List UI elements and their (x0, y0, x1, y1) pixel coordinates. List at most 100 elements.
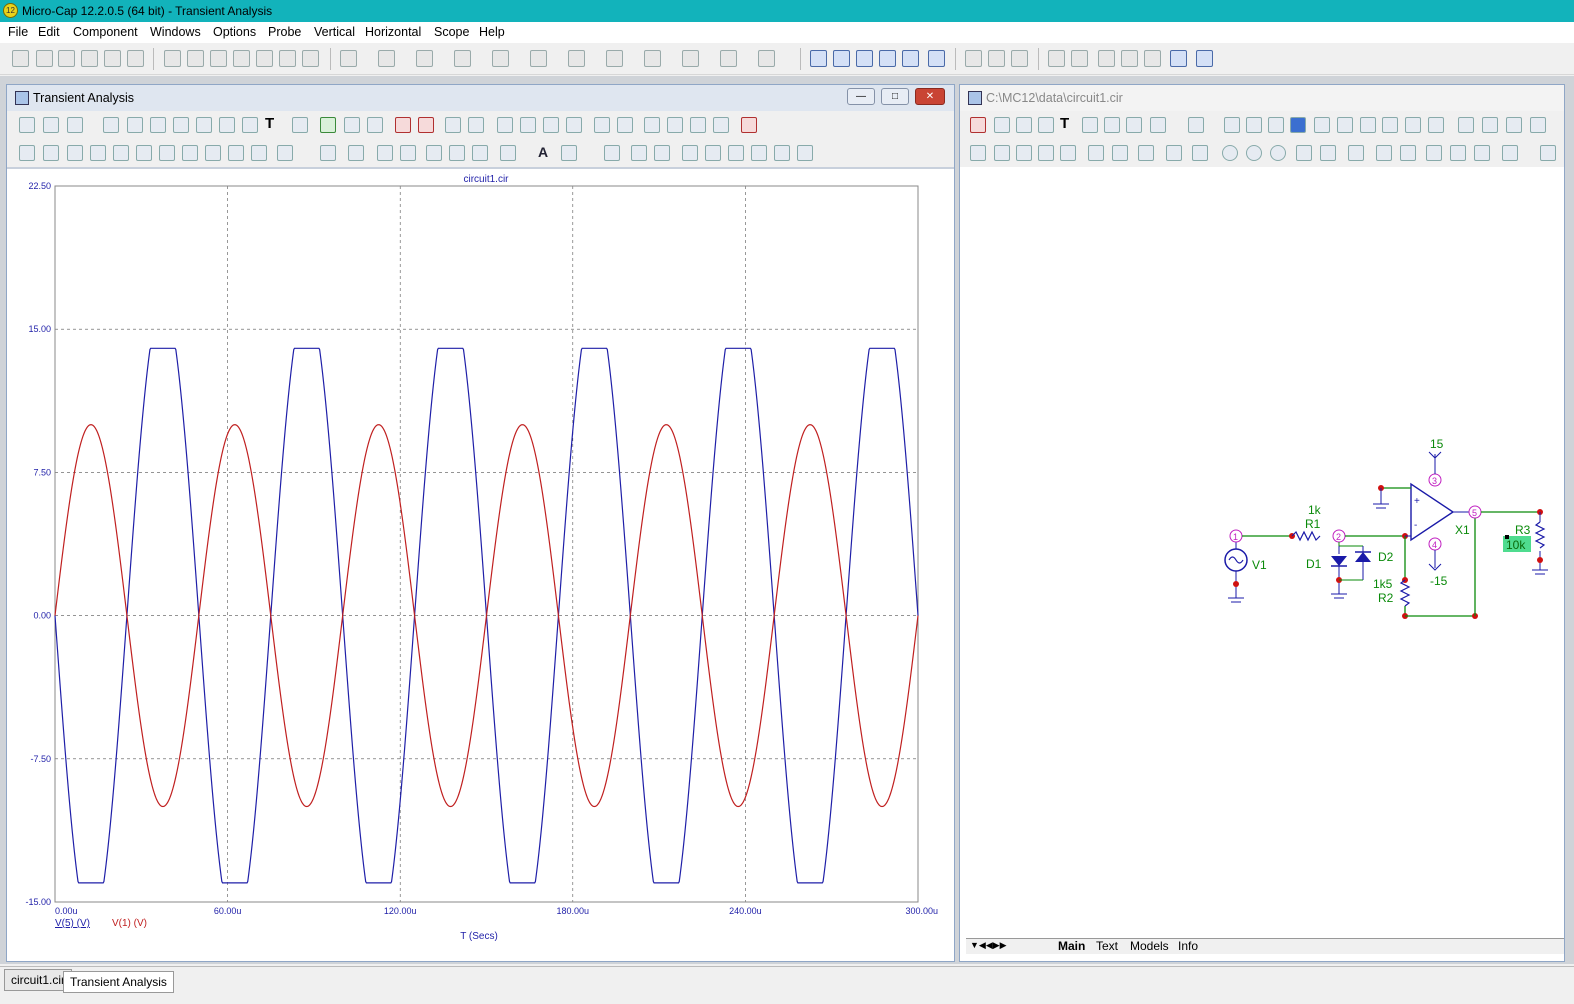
box-icon[interactable] (994, 145, 1010, 161)
fit-schem-icon[interactable] (1474, 145, 1490, 161)
graph-add-icon[interactable] (103, 117, 119, 133)
transient-plot[interactable]: circuit1.cir 22.50 15.00 7.50 0.00 -7.50 -15.… (10, 170, 942, 956)
clipboard-schem-icon[interactable] (1348, 145, 1364, 161)
bus-icon[interactable] (1104, 117, 1120, 133)
baseline-icon[interactable] (617, 117, 633, 133)
add-circle-icon[interactable] (1222, 145, 1238, 161)
graphics-icon[interactable] (1126, 117, 1142, 133)
probe-icon[interactable] (1506, 117, 1522, 133)
minor-grid-icon[interactable] (594, 117, 610, 133)
select-icon[interactable] (994, 117, 1010, 133)
delete-icon[interactable] (279, 50, 296, 67)
help-icon[interactable] (1314, 117, 1330, 133)
component-mode-icon[interactable] (970, 117, 986, 133)
zoom-out-icon[interactable] (667, 117, 683, 133)
menu-vertical[interactable]: Vertical (314, 25, 355, 39)
doc-tab-transient[interactable]: Transient Analysis (63, 971, 174, 993)
duplicate-icon[interactable] (67, 117, 83, 133)
page-delete-icon[interactable] (1400, 145, 1416, 161)
numbers-icon[interactable] (348, 145, 364, 161)
cursor-peak-icon[interactable] (19, 145, 35, 161)
data-points-icon[interactable] (445, 117, 461, 133)
menu-component[interactable]: Component (73, 25, 138, 39)
pan-icon[interactable] (43, 117, 59, 133)
align-right-icon[interactable] (728, 145, 744, 161)
folder-icon[interactable] (1540, 145, 1556, 161)
info-icon[interactable] (1290, 117, 1306, 133)
zoom-minus-icon[interactable] (449, 145, 465, 161)
select-mode-icon[interactable] (19, 117, 35, 133)
save-icon[interactable] (58, 50, 75, 67)
flip-icon[interactable] (1060, 145, 1076, 161)
tag-icon[interactable] (127, 117, 143, 133)
text-mode-icon[interactable]: T (1060, 116, 1076, 133)
goto-icon[interactable] (1138, 145, 1154, 161)
scale-icon[interactable] (395, 117, 411, 133)
properties-icon[interactable] (988, 50, 1005, 67)
horizontal-tag-icon[interactable] (173, 117, 189, 133)
grid-icon[interactable] (500, 145, 516, 161)
optimize-icon[interactable] (1196, 50, 1213, 67)
dynamic-dc-icon[interactable] (1458, 117, 1474, 133)
run-icon[interactable] (320, 117, 336, 133)
wire-draw-icon[interactable] (1082, 117, 1098, 133)
zoom-in-schem-icon[interactable] (1426, 145, 1442, 161)
ruler-icon[interactable] (497, 117, 513, 133)
save-all-icon[interactable] (81, 50, 98, 67)
opamp-icon[interactable] (606, 50, 623, 67)
copy-graph-icon[interactable] (604, 145, 620, 161)
maximize-all-icon[interactable] (902, 50, 919, 67)
align-bottom-icon[interactable] (797, 145, 813, 161)
tools-icon[interactable] (1144, 50, 1161, 67)
menu-probe[interactable]: Probe (268, 25, 301, 39)
vertical-axis-grid-icon[interactable] (566, 117, 582, 133)
menu-help[interactable]: Help (479, 25, 505, 39)
cursor-global-low-icon[interactable] (159, 145, 175, 161)
cursor-inflection-icon[interactable] (113, 145, 129, 161)
table-icon[interactable] (320, 145, 336, 161)
tab-main[interactable]: Main (1058, 939, 1085, 953)
window-icon[interactable] (1224, 117, 1240, 133)
bring-front-icon[interactable] (1296, 145, 1312, 161)
menu-edit[interactable]: Edit (38, 25, 60, 39)
region-select-icon[interactable] (970, 145, 986, 161)
wire-mode-icon[interactable] (1038, 117, 1054, 133)
align-middle-icon[interactable] (774, 145, 790, 161)
dynamic-ac-icon[interactable] (1482, 117, 1498, 133)
front-icon[interactable] (631, 145, 647, 161)
probe-source-icon[interactable] (758, 50, 775, 67)
cursor-top-icon[interactable] (182, 145, 198, 161)
tab-info[interactable]: Info (1178, 939, 1198, 953)
attribute-icon[interactable] (1246, 117, 1262, 133)
cut-icon[interactable] (210, 50, 227, 67)
stop-icon[interactable] (344, 117, 360, 133)
point-tag-icon[interactable] (150, 117, 166, 133)
calculator-icon[interactable] (928, 50, 945, 67)
cursor-high-icon[interactable] (67, 145, 83, 161)
plot-icon[interactable] (1170, 50, 1187, 67)
check-icon[interactable] (1360, 117, 1376, 133)
output-icon[interactable] (1071, 50, 1088, 67)
auto-scale-icon[interactable] (418, 117, 434, 133)
more-circle-icon[interactable] (1270, 145, 1286, 161)
wire-icon[interactable] (378, 50, 395, 67)
cursor-slope-icon[interactable] (228, 145, 244, 161)
paste-icon[interactable] (256, 50, 273, 67)
analysis-icon[interactable] (1048, 50, 1065, 67)
close-button[interactable]: ✕ (915, 88, 945, 105)
performance-tag-icon[interactable] (219, 117, 235, 133)
node-numbers-icon[interactable] (1337, 117, 1353, 133)
cursor-low-icon[interactable] (90, 145, 106, 161)
new-file-icon[interactable] (12, 50, 29, 67)
diode-icon[interactable] (492, 50, 509, 67)
pin-icon[interactable] (1268, 117, 1284, 133)
zoom-reset-icon[interactable] (713, 117, 729, 133)
shapes-icon[interactable] (1188, 117, 1204, 133)
clear-icon[interactable] (1192, 145, 1208, 161)
tokens-icon[interactable] (468, 117, 484, 133)
cursor-global-high-icon[interactable] (136, 145, 152, 161)
run-properties-icon[interactable] (292, 117, 308, 133)
pause-icon[interactable] (367, 117, 383, 133)
copy-icon[interactable] (233, 50, 250, 67)
mosfet-icon[interactable] (568, 50, 585, 67)
